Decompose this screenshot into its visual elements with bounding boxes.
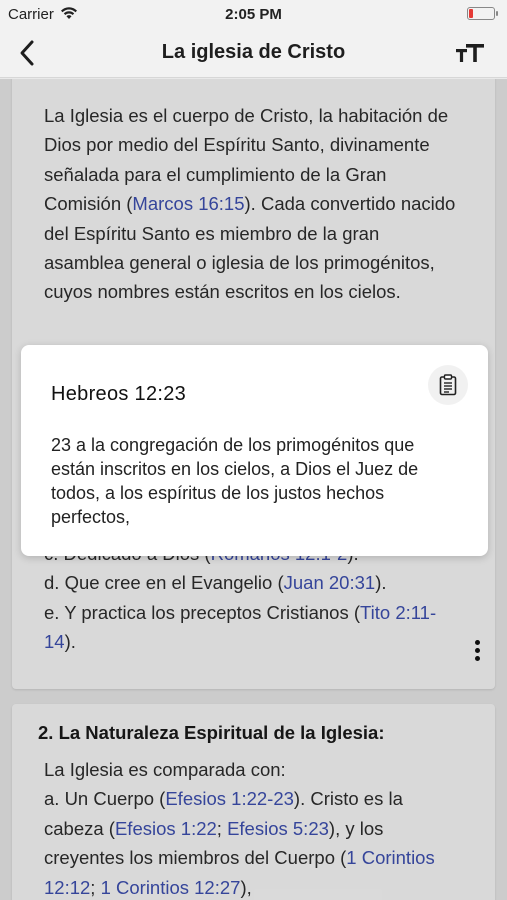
status-time: 2:05 PM (225, 6, 282, 23)
battery-level-fill (469, 9, 473, 18)
page-title: La iglesia de Cristo (161, 41, 346, 63)
navigation-bar: La iglesia de Cristo (0, 30, 507, 78)
copy-verse-button[interactable] (428, 365, 468, 405)
status-bar: Carrier 2:05 PM (0, 0, 507, 30)
verse-popup: Hebreos 12:23 23 a la congregación de lo… (21, 345, 488, 556)
verse-text: 23 a la congregación de los primogénitos… (51, 435, 419, 527)
battery-cap (496, 11, 498, 16)
text-size-icon[interactable] (455, 39, 485, 69)
battery-icon (467, 7, 498, 20)
verse-reference: Hebreos 12:23 (51, 383, 187, 405)
clipboard-icon (439, 374, 457, 396)
